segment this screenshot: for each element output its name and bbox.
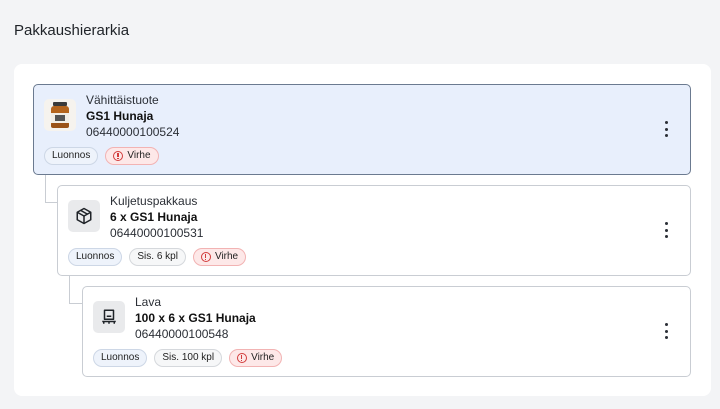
package-type-label: Vähittäistuote	[86, 93, 159, 107]
page-title: Pakkaushierarkia	[14, 22, 130, 39]
gtin-code: 06440000100548	[135, 327, 229, 341]
box-icon	[76, 207, 92, 225]
status-badge-draft: Luonnos	[44, 147, 99, 165]
gtin-code: 06440000100531	[110, 226, 204, 240]
more-options-icon[interactable]	[662, 121, 670, 137]
product-name: 100 x 6 x GS1 Hunaja	[135, 311, 256, 325]
card-info: Lava 100 x 6 x GS1 Hunaja 06440000100548	[135, 295, 256, 342]
hierarchy-card-retail[interactable]: Vähittäistuote GS1 Hunaja 06440000100524…	[33, 84, 691, 175]
honey-jar-image	[51, 102, 69, 128]
status-badge-draft: Luonnos	[93, 349, 148, 367]
status-badges: Luonnos Sis. 100 kpl Virhe	[93, 349, 283, 367]
package-type-label: Kuljetuspakkaus	[110, 194, 198, 208]
card-info: Kuljetuspakkaus 6 x GS1 Hunaja 064400001…	[110, 194, 203, 241]
card-info: Vähittäistuote GS1 Hunaja 06440000100524	[86, 93, 179, 140]
product-thumbnail	[44, 99, 76, 131]
status-badges: Luonnos Virhe	[44, 147, 159, 165]
tree-connector	[45, 175, 57, 203]
hierarchy-card-pallet[interactable]: Lava 100 x 6 x GS1 Hunaja 06440000100548…	[82, 286, 691, 377]
packaging-hierarchy-panel: Vähittäistuote GS1 Hunaja 06440000100524…	[14, 64, 711, 396]
gtin-code: 06440000100524	[86, 125, 180, 139]
package-thumbnail	[93, 301, 125, 333]
status-badges: Luonnos Sis. 6 kpl Virhe	[68, 248, 247, 266]
error-badge-label: Virhe	[127, 150, 151, 161]
product-name: GS1 Hunaja	[86, 109, 154, 123]
status-badge-error: Virhe	[229, 349, 283, 367]
package-type-label: Lava	[135, 295, 162, 309]
content-count-badge: Sis. 6 kpl	[129, 248, 186, 266]
tree-connector	[69, 276, 82, 304]
package-thumbnail	[68, 200, 100, 232]
error-icon	[200, 252, 211, 262]
content-count-badge: Sis. 100 kpl	[154, 349, 223, 367]
error-badge-label: Virhe	[214, 251, 239, 262]
pallet-icon	[102, 309, 116, 324]
error-badge-label: Virhe	[251, 352, 275, 363]
status-badge-error: Virhe	[192, 248, 247, 266]
status-badge-draft: Luonnos	[68, 248, 123, 266]
more-options-icon[interactable]	[662, 222, 670, 238]
hierarchy-card-transport[interactable]: Kuljetuspakkaus 6 x GS1 Hunaja 064400001…	[57, 185, 691, 276]
more-options-icon[interactable]	[662, 323, 670, 339]
product-name: 6 x GS1 Hunaja	[110, 210, 198, 224]
status-badge-error: Virhe	[105, 147, 159, 165]
error-icon	[237, 353, 248, 363]
error-icon	[113, 151, 124, 161]
